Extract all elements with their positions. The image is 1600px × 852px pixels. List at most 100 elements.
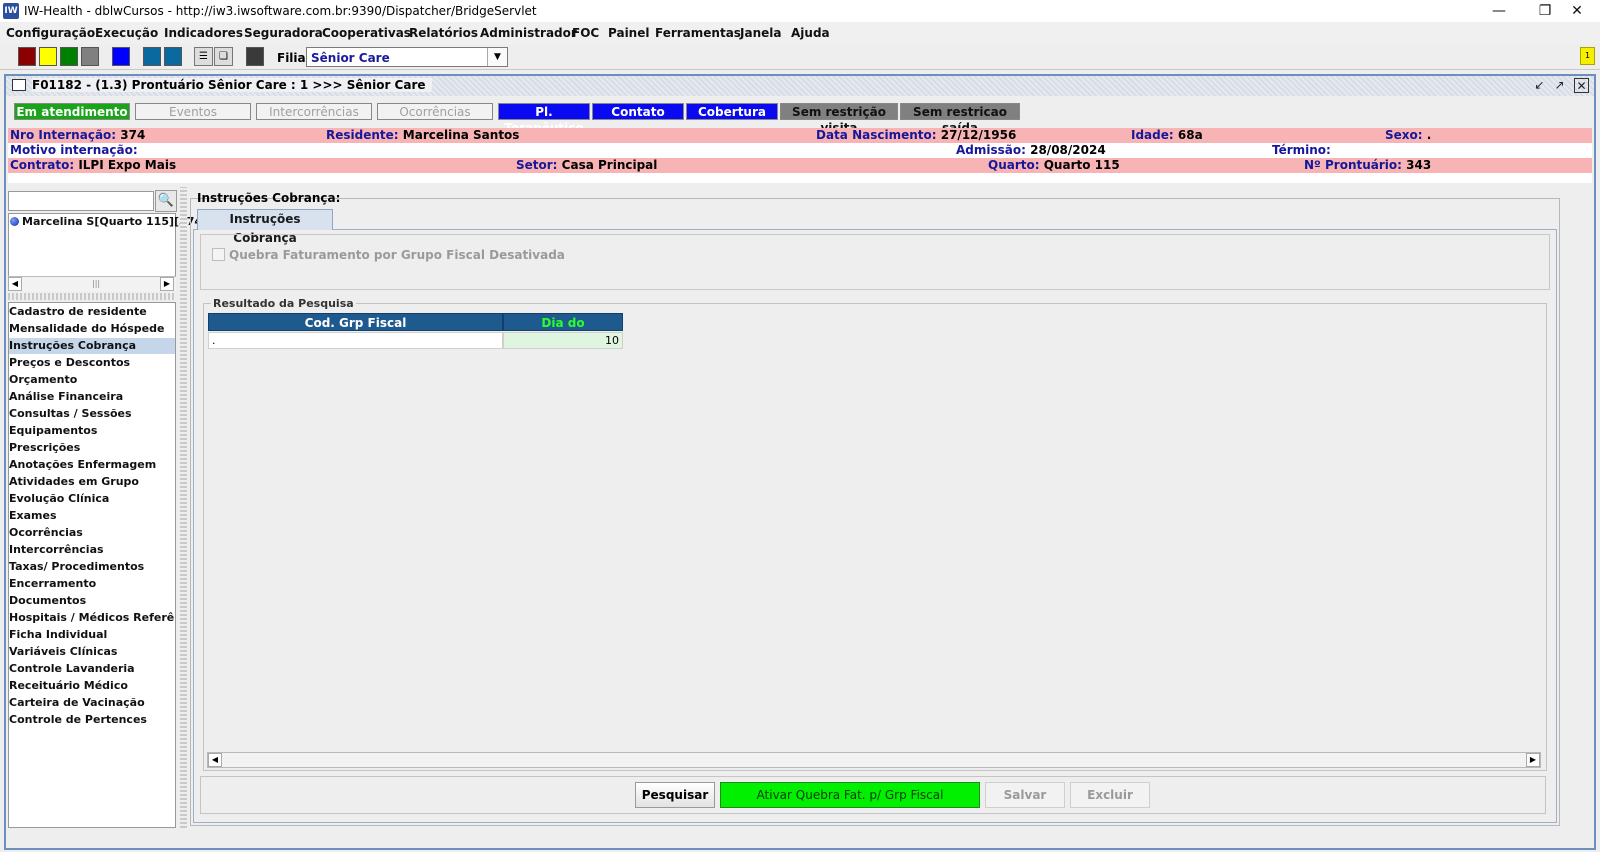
motivo-label: Motivo internação:: [10, 143, 138, 157]
notification-badge[interactable]: 1: [1580, 47, 1595, 65]
menu-ajuda[interactable]: Ajuda: [791, 26, 830, 40]
sidebar-item[interactable]: Análise Financeira: [9, 389, 175, 405]
excluir-button[interactable]: Excluir: [1070, 782, 1150, 808]
menu-execucao[interactable]: Execução: [95, 26, 158, 40]
tab-ocorrencias[interactable]: Ocorrências: [377, 103, 493, 120]
tab-contato[interactable]: Contato: [592, 103, 684, 120]
tab-cobertura[interactable]: Cobertura: [686, 103, 778, 120]
badge-sem-restricao-visita[interactable]: Sem restrição visita: [780, 103, 898, 135]
nro-internacao-label: Nro Internação:: [10, 128, 117, 142]
sidebar-item[interactable]: Instruções Cobrança: [9, 338, 175, 354]
grid-scrollbar[interactable]: ◀ ▶: [207, 752, 1541, 768]
frame-icon: [12, 79, 26, 91]
color-swatch-darkred[interactable]: [18, 47, 36, 66]
menu-seguradora[interactable]: Seguradora: [244, 26, 323, 40]
window-title-bar: IW IW-Health - dblwCursos - http://iw3.i…: [0, 0, 1600, 22]
menu-painel[interactable]: Painel: [608, 26, 649, 40]
vertical-splitter[interactable]: [180, 187, 187, 828]
sidebar-item[interactable]: Preços e Descontos: [9, 355, 175, 371]
sidebar-item[interactable]: Cadastro de residente: [9, 304, 175, 320]
residente-label: Residente:: [326, 128, 399, 142]
chevron-down-icon[interactable]: ▼: [487, 48, 507, 66]
menu-ferramentas[interactable]: Ferramentas: [655, 26, 741, 40]
tab-em-atendimento[interactable]: Em atendimento: [14, 103, 130, 120]
windows-icon[interactable]: ❏: [214, 47, 233, 66]
sidebar-item[interactable]: Hospitais / Médicos Referência: [9, 610, 175, 626]
sidebar-item[interactable]: Documentos: [9, 593, 175, 609]
badge-sem-restricao-saida[interactable]: Sem restricao saída: [900, 103, 1020, 135]
contrato-label: Contrato:: [10, 158, 75, 172]
sidebar-item[interactable]: Ocorrências: [9, 525, 175, 541]
sidebar-item[interactable]: Atividades em Grupo: [9, 474, 175, 490]
column-header-dia-vencimento[interactable]: Dia do Vencimento: [503, 313, 623, 348]
sidebar-item[interactable]: Exames: [9, 508, 175, 524]
table-cell-dia-vencimento[interactable]: 10: [503, 332, 623, 349]
sidebar-item[interactable]: Controle de Pertences: [9, 712, 175, 728]
residente-value: Marcelina Santos: [402, 128, 520, 142]
dark-toggle-icon[interactable]: [246, 47, 264, 66]
quebra-faturamento-checkbox[interactable]: [212, 248, 225, 261]
color-swatch-gray[interactable]: [81, 47, 99, 66]
sidebar-item[interactable]: Evolução Clínica: [9, 491, 175, 507]
sidebar-item[interactable]: Receituário Médico: [9, 678, 175, 694]
tab-instrucoes-cobranca[interactable]: Instruções Cobrança: [197, 209, 333, 245]
column-header-cod-grp-fiscal[interactable]: Cod. Grp Fiscal: [208, 313, 503, 331]
sidebar-item[interactable]: Encerramento: [9, 576, 175, 592]
patient-list-scrollbar[interactable]: ◀ ||| ▶: [8, 276, 176, 291]
sidebar-item[interactable]: Variáveis Clínicas: [9, 644, 175, 660]
setor-label: Setor:: [516, 158, 558, 172]
horizontal-splitter[interactable]: [8, 293, 176, 300]
minimize-icon[interactable]: —: [1476, 0, 1522, 22]
prontuario-label: Nº Prontuário:: [1304, 158, 1402, 172]
salvar-button[interactable]: Salvar: [985, 782, 1065, 808]
sidebar-item[interactable]: Equipamentos: [9, 423, 175, 439]
tree-view-icon[interactable]: ☰: [194, 47, 213, 66]
pesquisar-button[interactable]: Pesquisar: [635, 782, 715, 808]
search-icon[interactable]: 🔍: [155, 190, 177, 212]
admissao-value: 28/08/2024: [1030, 143, 1106, 157]
table-cell-cod-grp-fiscal[interactable]: .: [208, 332, 503, 349]
menu-janela[interactable]: Janela: [740, 26, 781, 40]
maximize-frame-icon[interactable]: ↗: [1552, 78, 1567, 93]
menu-foc[interactable]: FOC: [572, 26, 599, 40]
menu-configuracao[interactable]: Configuração: [6, 26, 95, 40]
menu-cooperativas[interactable]: Cooperativas: [322, 26, 411, 40]
ativar-quebra-button[interactable]: Ativar Quebra Fat. p/ Grp Fiscal: [720, 782, 980, 808]
sidebar-item[interactable]: Taxas/ Procedimentos: [9, 559, 175, 575]
sexo-label: Sexo:: [1385, 128, 1423, 142]
sidebar-item[interactable]: Carteira de Vacinação: [9, 695, 175, 711]
scroll-thumb-grip-icon[interactable]: |||: [92, 279, 100, 288]
color-swatch-teal-2[interactable]: [164, 47, 182, 66]
close-window-icon[interactable]: ✕: [1554, 0, 1600, 22]
tab-intercorrencias[interactable]: Intercorrências: [256, 103, 372, 120]
patient-status-icon: [10, 217, 19, 226]
scroll-left-icon[interactable]: ◀: [208, 753, 222, 767]
tab-eventos[interactable]: Eventos: [135, 103, 251, 120]
scroll-right-icon[interactable]: ▶: [160, 277, 174, 291]
minimize-frame-icon[interactable]: ↙: [1532, 78, 1547, 93]
contrato-value: ILPI Expo Mais: [78, 158, 177, 172]
sidebar-item[interactable]: Consultas / Sessões: [9, 406, 175, 422]
menu-administrador[interactable]: Administrador: [480, 26, 577, 40]
scroll-left-icon[interactable]: ◀: [8, 277, 22, 291]
tab-pl-terapeutico[interactable]: Pl. Terapêutico: [498, 103, 590, 135]
filial-select[interactable]: Sênior Care ▼: [306, 47, 508, 67]
sidebar-item[interactable]: Prescrições: [9, 440, 175, 456]
close-frame-icon[interactable]: ✕: [1574, 78, 1589, 93]
color-swatch-blue[interactable]: [112, 47, 130, 66]
sidebar-item[interactable]: Orçamento: [9, 372, 175, 388]
sidebar-item[interactable]: Mensalidade do Hóspede: [9, 321, 175, 337]
quarto-label: Quarto:: [988, 158, 1040, 172]
sidebar-item[interactable]: Ficha Individual: [9, 627, 175, 643]
color-swatch-green[interactable]: [60, 47, 78, 66]
menu-relatorios[interactable]: Relatórios: [409, 26, 478, 40]
menu-indicadores[interactable]: Indicadores: [164, 26, 243, 40]
color-swatch-teal[interactable]: [143, 47, 161, 66]
scroll-right-icon[interactable]: ▶: [1526, 753, 1540, 767]
patient-search-input[interactable]: [8, 191, 154, 211]
sidebar-item[interactable]: Anotações Enfermagem: [9, 457, 175, 473]
patient-list-item[interactable]: Marcelina S[Quarto 115][374]: [10, 215, 207, 228]
sidebar-item[interactable]: Controle Lavanderia: [9, 661, 175, 677]
sidebar-item[interactable]: Intercorrências: [9, 542, 175, 558]
color-swatch-yellow[interactable]: [39, 47, 57, 66]
